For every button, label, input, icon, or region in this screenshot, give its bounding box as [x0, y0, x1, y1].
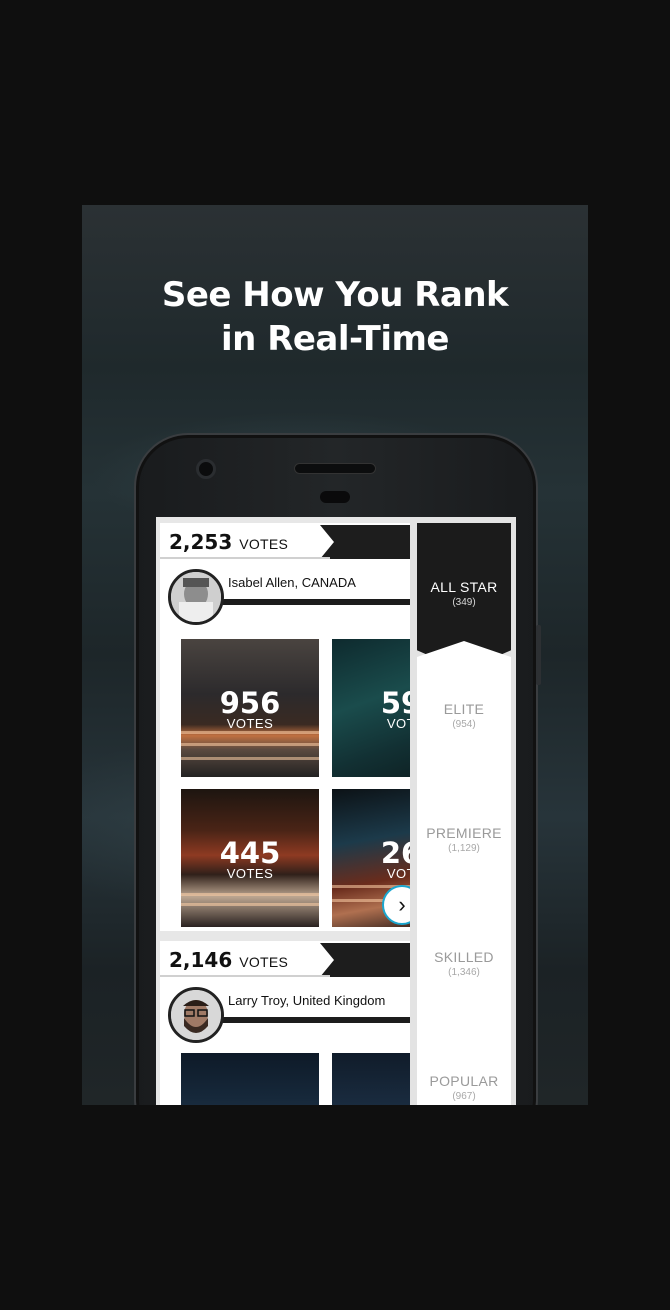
feed-card: 2,253 VOTES Isabel Allen, CANADA 956 VOT…: [160, 523, 470, 931]
user-row[interactable]: Larry Troy, United Kingdom: [160, 979, 410, 1043]
avatar-image: [171, 990, 221, 1040]
tier-count: (1,129): [448, 843, 480, 854]
app-screen: 2,253 VOTES Isabel Allen, CANADA 956 VOT…: [156, 517, 516, 1105]
promo-background: See How You Rank in Real-Time 2,253 VOTE…: [82, 205, 588, 1105]
front-camera-icon: [196, 459, 216, 479]
headline: See How You Rank in Real-Time: [82, 273, 588, 361]
headline-line-1: See How You Rank: [161, 275, 509, 315]
avatar-image: [171, 572, 221, 622]
tier-count: (967): [452, 1091, 476, 1102]
tier-name: ALL STAR: [430, 579, 498, 595]
proximity-sensor: [320, 491, 350, 503]
photo-tile[interactable]: 445 VOTES: [181, 789, 319, 927]
photo-tile[interactable]: 956 VOTES: [181, 639, 319, 777]
tier-count: (349): [452, 597, 476, 608]
photo-vote-count: 445: [219, 836, 281, 870]
tier-name: POPULAR: [429, 1073, 499, 1089]
phone-frame: 2,253 VOTES Isabel Allen, CANADA 956 VOT…: [134, 433, 538, 1105]
tier-name: ELITE: [443, 701, 485, 717]
user-name[interactable]: Larry Troy, United Kingdom: [228, 993, 385, 1008]
vote-ribbon: [320, 943, 410, 977]
user-name[interactable]: Isabel Allen, CANADA: [228, 575, 356, 590]
phone-power-button: [536, 625, 541, 685]
vote-total: 2,253 VOTES: [169, 530, 289, 554]
vote-total-bar: 2,146 VOTES: [160, 941, 410, 977]
avatar[interactable]: [168, 569, 224, 625]
vote-ribbon: [320, 525, 410, 559]
photo-vote-count: 956: [219, 686, 281, 720]
tier-name: SKILLED: [434, 949, 494, 965]
avatar[interactable]: [168, 987, 224, 1043]
earpiece-speaker: [294, 463, 376, 474]
tier-count: (1,346): [448, 967, 480, 978]
vote-total: 2,146 VOTES: [169, 948, 289, 972]
headline-line-2: in Real-Time: [221, 319, 449, 359]
tier-count: (954): [452, 719, 476, 730]
feed-card: 2,146 VOTES Larry Troy, United Kingdom: [160, 941, 470, 1105]
user-row[interactable]: Isabel Allen, CANADA: [160, 561, 410, 625]
tier-name: PREMIERE: [426, 825, 502, 841]
tier-popular[interactable]: POPULAR (967): [417, 1013, 511, 1105]
tier-list: ALL STAR (349) ELITE (954) PREMIERE (1,1…: [410, 517, 516, 1105]
photo-tile[interactable]: [181, 1053, 319, 1105]
vote-total-bar: 2,253 VOTES: [160, 523, 410, 559]
